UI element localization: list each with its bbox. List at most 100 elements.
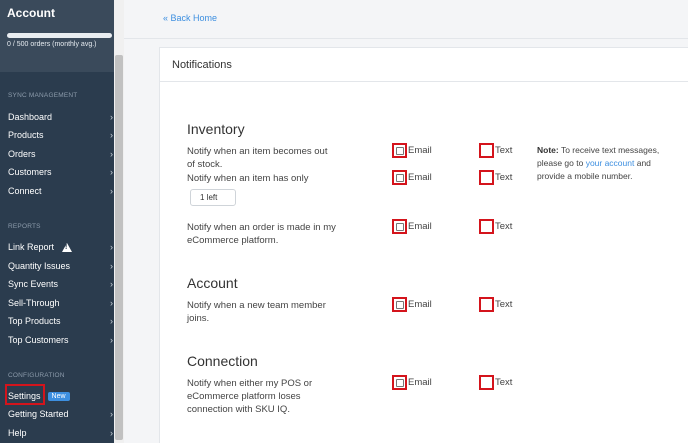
email-checkbox[interactable] — [395, 173, 404, 182]
email-option-low-stock[interactable]: Email — [392, 170, 432, 185]
nav-products[interactable]: Products › — [0, 126, 114, 144]
nav-label: Products — [8, 130, 44, 140]
scrollbar-thumb[interactable] — [115, 55, 123, 440]
email-label: Email — [408, 299, 432, 310]
section-title-connection: Connection — [187, 353, 258, 369]
text-label: Text — [495, 377, 513, 388]
email-option-out-of-stock[interactable]: Email — [392, 143, 432, 158]
usage-progress-bar — [7, 33, 112, 38]
highlight-box — [479, 170, 494, 185]
usage-text: 0 / 500 orders (monthly avg.) — [7, 41, 97, 48]
nav-label: Getting Started — [8, 409, 69, 419]
chevron-right-icon: › — [110, 279, 113, 289]
highlight-box — [392, 219, 407, 234]
nav-label: Top Customers — [8, 335, 69, 345]
warning-icon — [62, 242, 73, 252]
nav-label: Top Products — [8, 316, 61, 326]
mobile-number-note: Note: To receive text messages, please g… — [537, 144, 677, 183]
card-title: Notifications — [160, 48, 688, 82]
text-label: Text — [495, 299, 513, 310]
text-label: Text — [495, 221, 513, 232]
your-account-link[interactable]: your account — [586, 158, 635, 168]
row-text-out-of-stock: Notify when an item becomes out of stock… — [187, 146, 328, 170]
highlight-box — [392, 297, 407, 312]
email-label: Email — [408, 377, 432, 388]
nav-dashboard[interactable]: Dashboard › — [0, 108, 114, 126]
chevron-right-icon: › — [110, 335, 113, 345]
nav-help[interactable]: Help › — [0, 424, 114, 442]
account-title: Account — [7, 6, 55, 20]
chevron-right-icon: › — [110, 409, 113, 419]
section-label-reports: REPORTS — [8, 223, 41, 230]
email-checkbox[interactable] — [395, 146, 404, 155]
text-option-order-made[interactable]: Text — [479, 219, 512, 234]
nav-orders[interactable]: Orders › — [0, 145, 114, 163]
chevron-right-icon: › — [110, 130, 113, 140]
highlight-box — [479, 375, 494, 390]
nav-connect[interactable]: Connect › — [0, 182, 114, 200]
email-label: Email — [408, 172, 432, 183]
text-option-out-of-stock[interactable]: Text — [479, 143, 512, 158]
settings-highlight — [5, 384, 45, 405]
text-label: Text — [495, 145, 513, 156]
row-text-low-stock: Notify when an item has only — [187, 173, 309, 184]
email-option-connection[interactable]: Email — [392, 375, 432, 390]
sidebar-scrollbar[interactable] — [114, 0, 124, 443]
section-label-configuration: CONFIGURATION — [8, 372, 65, 379]
text-option-team-member[interactable]: Text — [479, 297, 512, 312]
nav-label: Dashboard — [8, 112, 53, 122]
nav-sell-through[interactable]: Sell-Through › — [0, 294, 114, 312]
nav-sync-events[interactable]: Sync Events › — [0, 275, 114, 293]
email-checkbox[interactable] — [395, 378, 404, 387]
section-title-inventory: Inventory — [187, 121, 245, 137]
new-badge: New — [47, 391, 70, 401]
back-home-link[interactable]: « Back Home — [163, 13, 217, 23]
divider — [124, 38, 688, 39]
nav-label: Orders — [8, 149, 36, 159]
sidebar: Account 0 / 500 orders (monthly avg.) SY… — [0, 0, 114, 443]
email-checkbox[interactable] — [395, 222, 404, 231]
highlight-box — [479, 297, 494, 312]
section-label-sync: SYNC MANAGEMENT — [8, 92, 78, 99]
email-label: Email — [408, 221, 432, 232]
text-label: Text — [495, 172, 513, 183]
text-option-low-stock[interactable]: Text — [479, 170, 512, 185]
nav-label: Sync Events — [8, 279, 59, 289]
highlight-box — [392, 375, 407, 390]
row-text-order-made: Notify when an order is made in my eComm… — [187, 222, 336, 246]
chevron-right-icon: › — [110, 428, 113, 438]
low-stock-select[interactable]: 1 left — [190, 189, 236, 206]
text-option-connection[interactable]: Text — [479, 375, 512, 390]
chevron-right-icon: › — [110, 186, 113, 196]
highlight-box — [392, 143, 407, 158]
chevron-right-icon: › — [110, 242, 113, 252]
nav-label: Quantity Issues — [8, 261, 71, 271]
nav-getting-started[interactable]: Getting Started › — [0, 405, 114, 423]
chevron-right-icon: › — [110, 261, 113, 271]
nav-customers[interactable]: Customers › — [0, 163, 114, 181]
email-option-team-member[interactable]: Email — [392, 297, 432, 312]
highlight-box — [479, 143, 494, 158]
nav-label: Sell-Through — [8, 298, 60, 308]
account-header: Account 0 / 500 orders (monthly avg.) — [0, 0, 114, 72]
highlight-box — [392, 170, 407, 185]
nav-top-customers[interactable]: Top Customers › — [0, 331, 114, 349]
chevron-right-icon: › — [110, 149, 113, 159]
section-title-account: Account — [187, 275, 238, 291]
row-text-team-member: Notify when a new team member joins. — [187, 300, 326, 324]
email-label: Email — [408, 145, 432, 156]
row-text-connection-lost: Notify when either my POS or eCommerce p… — [187, 378, 313, 415]
chevron-right-icon: › — [110, 316, 113, 326]
nav-label: Customers — [8, 167, 52, 177]
email-option-order-made[interactable]: Email — [392, 219, 432, 234]
nav-quantity-issues[interactable]: Quantity Issues › — [0, 257, 114, 275]
chevron-right-icon: › — [110, 112, 113, 122]
chevron-right-icon: › — [110, 298, 113, 308]
nav-label: Connect — [8, 186, 42, 196]
note-bold-label: Note: — [537, 145, 559, 155]
chevron-right-icon: › — [110, 167, 113, 177]
nav-top-products[interactable]: Top Products › — [0, 312, 114, 330]
highlight-box — [479, 219, 494, 234]
email-checkbox[interactable] — [395, 300, 404, 309]
nav-link-report[interactable]: Link Report › — [0, 238, 114, 256]
